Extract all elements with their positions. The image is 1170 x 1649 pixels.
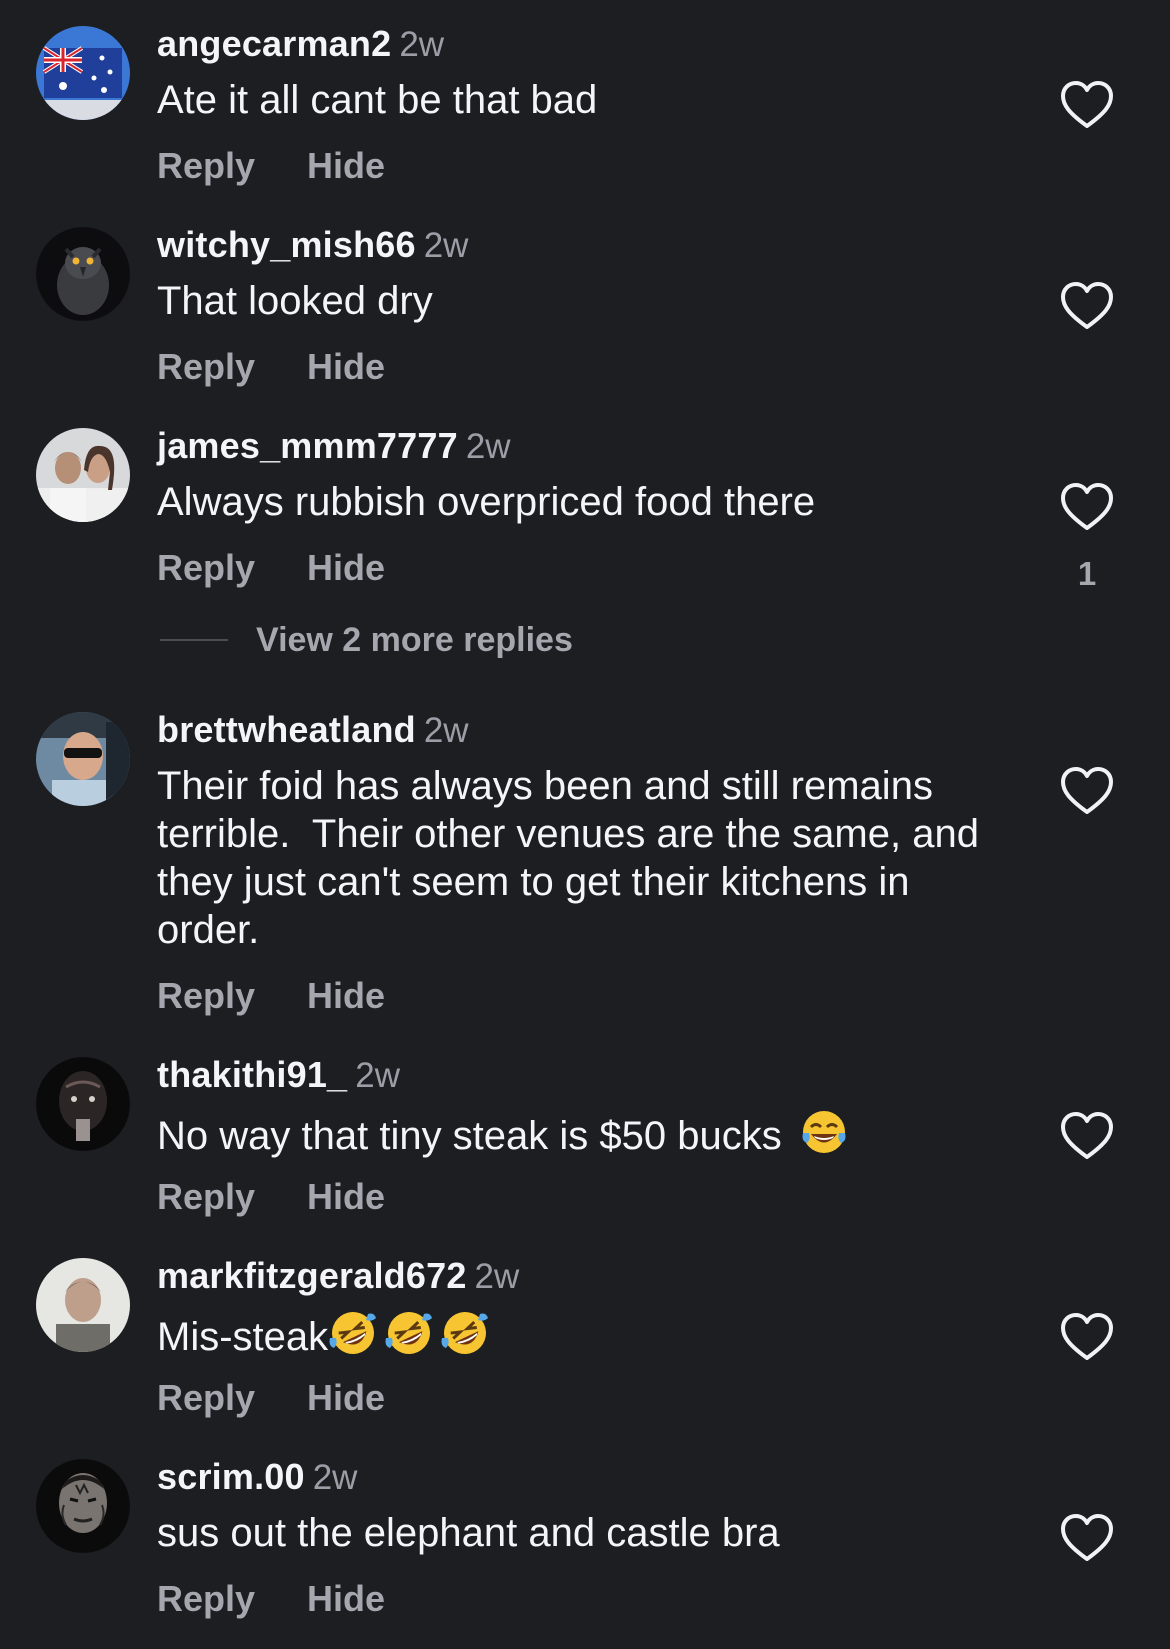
australia-flag-icon: [36, 26, 130, 120]
hide-button[interactable]: Hide: [307, 544, 385, 592]
comment-item: thakithi91_ 2w No way that tiny steak is …: [0, 1031, 1170, 1231]
like-button[interactable]: [1060, 1513, 1114, 1563]
like-count: 1: [1077, 555, 1097, 592]
rolling-on-floor-laughing-icon: [441, 1312, 489, 1354]
view-more-replies-label: View 2 more replies: [256, 621, 573, 659]
comment-text: sus out the elephant and castle bra: [157, 1511, 780, 1555]
timestamp: 2w: [399, 25, 445, 64]
comment-item: witchy_mish66 2w That looked dry Reply Hid…: [0, 201, 1170, 401]
username[interactable]: thakithi91_: [157, 1054, 347, 1095]
like-button[interactable]: [1060, 1111, 1114, 1161]
comment-item: james_mmm7777 2w Always rubbish overprice…: [0, 402, 1170, 602]
avatar[interactable]: [36, 712, 130, 806]
timestamp: 2w: [474, 1257, 520, 1296]
avatar[interactable]: [36, 1057, 130, 1151]
username[interactable]: witchy_mish66: [157, 224, 416, 265]
comment-actions: Reply Hide: [157, 142, 385, 198]
heart-outline-icon: [1061, 1313, 1113, 1360]
reply-button[interactable]: Reply: [157, 142, 255, 190]
hide-button[interactable]: Hide: [307, 142, 385, 190]
dark-face-icon: [36, 1057, 130, 1151]
hide-button[interactable]: Hide: [307, 1173, 385, 1221]
comment-text-body: Mis-steak: [157, 1315, 329, 1359]
username[interactable]: james_mmm7777: [157, 425, 458, 466]
like-button[interactable]: [1060, 281, 1114, 331]
comment-text: Always rubbish overpriced food there: [157, 480, 816, 524]
avatar[interactable]: [36, 227, 130, 321]
hide-button[interactable]: Hide: [307, 1374, 385, 1422]
comment-text: That looked dry: [157, 279, 433, 323]
comment-actions: Reply Hide: [157, 1173, 385, 1229]
couple-photo-icon: [36, 428, 130, 522]
reply-button[interactable]: Reply: [157, 1173, 255, 1221]
timestamp: 2w: [355, 1056, 401, 1095]
comment-actions: Reply Hide: [157, 972, 385, 1028]
hide-button[interactable]: Hide: [307, 1575, 385, 1623]
comment-actions: Reply Hide: [157, 1374, 385, 1430]
replies-divider-line: [160, 639, 228, 641]
avatar[interactable]: [36, 1459, 130, 1553]
blurred-man-icon: [36, 1258, 130, 1352]
comment-actions: Reply Hide: [157, 343, 385, 399]
avatar[interactable]: [36, 26, 130, 120]
timestamp: 2w: [465, 427, 511, 466]
hide-button[interactable]: Hide: [307, 972, 385, 1020]
face-with-tears-of-joy-icon: [802, 1111, 846, 1153]
like-button[interactable]: [1060, 482, 1114, 532]
comment-item: markfitzgerald672 2w Mis-steak Reply Hid…: [0, 1232, 1170, 1432]
comment-item: brettwheatland 2w Their foid has always b…: [0, 686, 1170, 1026]
username[interactable]: angecarman2: [157, 23, 391, 64]
comment-text: Ate it all cant be that bad: [157, 78, 598, 122]
comment-item: scrim.00 2w sus out the elephant and cast…: [0, 1433, 1170, 1649]
timestamp: 2w: [423, 226, 469, 265]
timestamp: 2w: [423, 711, 469, 750]
like-button[interactable]: [1060, 1312, 1114, 1362]
heart-outline-icon: [1061, 1514, 1113, 1561]
comment-text: Mis-steak: [157, 1308, 1017, 1361]
username[interactable]: scrim.00: [157, 1456, 305, 1497]
avatar[interactable]: [36, 428, 130, 522]
heart-outline-icon: [1061, 767, 1113, 814]
heart-outline-icon: [1061, 483, 1113, 530]
man-sunglasses-icon: [36, 712, 130, 806]
avatar[interactable]: [36, 1258, 130, 1352]
face-paint-icon: [36, 1459, 130, 1553]
reply-button[interactable]: Reply: [157, 544, 255, 592]
timestamp: 2w: [312, 1458, 358, 1497]
rolling-on-floor-laughing-icon: [329, 1312, 377, 1354]
reply-button[interactable]: Reply: [157, 972, 255, 1020]
comment-text: No way that tiny steak is $50 bucks: [157, 1107, 1017, 1160]
heart-outline-icon: [1061, 282, 1113, 329]
rolling-on-floor-laughing-icon: [385, 1312, 433, 1354]
comment-actions: Reply Hide: [157, 544, 385, 600]
reply-button[interactable]: Reply: [157, 343, 255, 391]
heart-outline-icon: [1061, 1112, 1113, 1159]
comment-actions: Reply Hide: [157, 1575, 385, 1631]
comment-text: Their foid has always been and still rem…: [157, 764, 991, 952]
dark-bird-icon: [36, 227, 130, 321]
username[interactable]: brettwheatland: [157, 709, 416, 750]
reply-button[interactable]: Reply: [157, 1575, 255, 1623]
like-button[interactable]: [1060, 80, 1114, 130]
hide-button[interactable]: Hide: [307, 343, 385, 391]
reply-button[interactable]: Reply: [157, 1374, 255, 1422]
heart-outline-icon: [1061, 81, 1113, 128]
username[interactable]: markfitzgerald672: [157, 1255, 467, 1296]
like-button[interactable]: [1060, 766, 1114, 816]
comment-item: angecarman2 2w Ate it all cant be that ba…: [0, 0, 1170, 200]
comment-text-body: No way that tiny steak is $50 bucks: [157, 1114, 782, 1158]
